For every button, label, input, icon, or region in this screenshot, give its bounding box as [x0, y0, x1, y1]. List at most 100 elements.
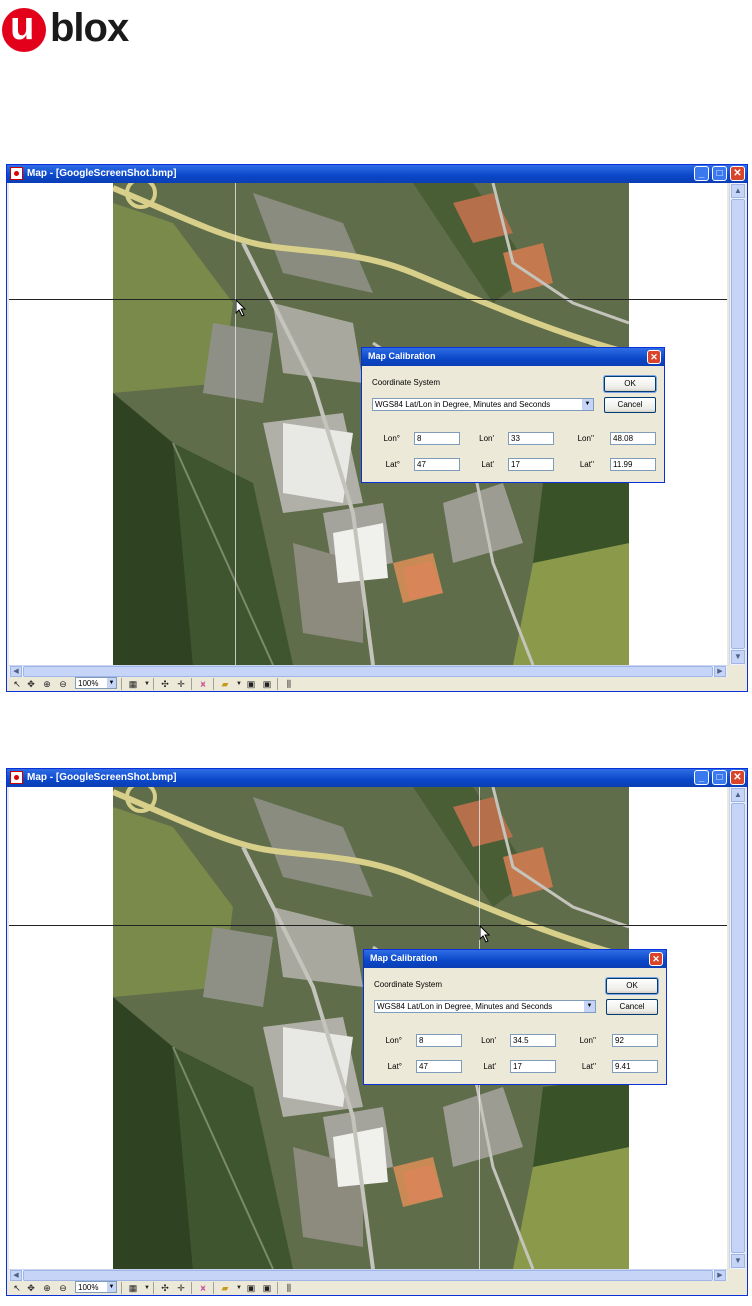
ok-button[interactable]: OK [603, 375, 657, 393]
maximize-button[interactable]: □ [712, 770, 727, 785]
cancel-button[interactable]: Cancel [604, 397, 656, 413]
lat-minute-input[interactable]: 17 [510, 1060, 556, 1073]
zoom-in-icon[interactable]: ⊕ [41, 678, 53, 690]
maximize-button[interactable]: □ [712, 166, 727, 181]
map-properties-icon[interactable]: ▦ [127, 1282, 139, 1294]
save-as-icon[interactable]: ▣ [261, 1282, 273, 1294]
scroll-left-icon[interactable]: ◀ [10, 666, 22, 677]
chevron-down-icon[interactable]: ▼ [233, 678, 245, 690]
window-title: Map - [GoogleScreenShot.bmp] [27, 772, 177, 783]
coordinate-system-value: WGS84 Lat/Lon in Degree, Minutes and Sec… [375, 400, 551, 409]
lon-degree-label: Lon° [385, 1036, 402, 1045]
dialog-close-button[interactable]: ✕ [647, 350, 661, 364]
vertical-scroll-thumb[interactable] [731, 199, 745, 649]
lat-second-input[interactable]: 9.41 [612, 1060, 658, 1073]
save-icon[interactable]: ▣ [245, 1282, 257, 1294]
settings-sliders-icon[interactable]: ⫼ [283, 1282, 295, 1294]
dialog-title: Map Calibration [368, 351, 436, 361]
open-folder-icon[interactable]: ▰ [219, 678, 231, 690]
lon-minute-input[interactable]: 34.5 [510, 1034, 556, 1047]
pan-icon[interactable]: ✥ [25, 678, 37, 690]
lon-degree-input[interactable]: 8 [414, 432, 460, 445]
lon-minute-input[interactable]: 33 [508, 432, 554, 445]
dialog-titlebar[interactable]: Map Calibration ✕ [364, 950, 666, 968]
coordinate-system-select[interactable]: WGS84 Lat/Lon in Degree, Minutes and Sec… [372, 398, 594, 411]
horizontal-scrollbar[interactable]: ◀ ▶ [9, 665, 727, 677]
app-icon[interactable] [10, 167, 23, 180]
dialog-titlebar[interactable]: Map Calibration ✕ [362, 348, 664, 366]
save-as-icon[interactable]: ▣ [261, 678, 273, 690]
measure-icon[interactable]: ⩙ [197, 678, 209, 690]
zoom-out-icon[interactable]: ⊖ [57, 678, 69, 690]
open-folder-icon[interactable]: ▰ [219, 1282, 231, 1294]
window-titlebar[interactable]: Map - [GoogleScreenShot.bmp] _ □ ✕ [7, 769, 747, 787]
vertical-scrollbar[interactable]: ▲ ▼ [729, 787, 745, 1269]
zoom-select[interactable]: 100% ▼ [75, 1281, 117, 1293]
scroll-up-icon[interactable]: ▲ [731, 184, 745, 198]
zoom-out-icon[interactable]: ⊖ [57, 1282, 69, 1294]
lat-degree-input[interactable]: 47 [414, 458, 460, 471]
select-pointer-icon[interactable]: ↖ [11, 678, 23, 690]
chevron-down-icon[interactable]: ▼ [233, 1282, 245, 1294]
scroll-right-icon[interactable]: ▶ [714, 666, 726, 677]
map-properties-icon[interactable]: ▦ [127, 678, 139, 690]
map-viewport[interactable]: Map Calibration ✕ Coordinate System WGS8… [9, 183, 727, 665]
scroll-up-icon[interactable]: ▲ [731, 788, 745, 802]
scroll-left-icon[interactable]: ◀ [10, 1270, 22, 1281]
center-icon[interactable]: ✛ [175, 678, 187, 690]
close-button[interactable]: ✕ [730, 166, 745, 181]
ok-button[interactable]: OK [605, 977, 659, 995]
move-map-icon[interactable]: ✣ [159, 678, 171, 690]
map-window: Map - [GoogleScreenShot.bmp] _ □ ✕ Map C… [6, 768, 748, 1296]
toolbar-separator [277, 1282, 278, 1294]
move-map-icon[interactable]: ✣ [159, 1282, 171, 1294]
lat-minute-input[interactable]: 17 [508, 458, 554, 471]
window-title: Map - [GoogleScreenShot.bmp] [27, 168, 177, 179]
lon-degree-input[interactable]: 8 [416, 1034, 462, 1047]
coordinate-system-label: Coordinate System [374, 980, 443, 989]
scroll-down-icon[interactable]: ▼ [731, 1254, 745, 1268]
chevron-down-icon[interactable]: ▼ [107, 678, 116, 688]
horizontal-scrollbar[interactable]: ◀ ▶ [9, 1269, 727, 1281]
lat-degree-input[interactable]: 47 [416, 1060, 462, 1073]
coordinate-system-select[interactable]: WGS84 Lat/Lon in Degree, Minutes and Sec… [374, 1000, 596, 1013]
scroll-down-icon[interactable]: ▼ [731, 650, 745, 664]
zoom-value: 100% [78, 679, 99, 688]
horizontal-scroll-thumb[interactable] [23, 666, 713, 677]
cancel-button[interactable]: Cancel [606, 999, 658, 1015]
close-button[interactable]: ✕ [730, 770, 745, 785]
app-icon[interactable] [10, 771, 23, 784]
chevron-down-icon[interactable]: ▼ [584, 1001, 595, 1012]
chevron-down-icon[interactable]: ▼ [582, 399, 593, 410]
minimize-button[interactable]: _ [694, 770, 709, 785]
toolbar-separator [153, 678, 154, 690]
toolbar-separator [277, 678, 278, 690]
settings-sliders-icon[interactable]: ⫼ [283, 678, 295, 690]
vertical-scrollbar[interactable]: ▲ ▼ [729, 183, 745, 665]
center-icon[interactable]: ✛ [175, 1282, 187, 1294]
map-viewport[interactable]: Map Calibration ✕ Coordinate System WGS8… [9, 787, 727, 1269]
chevron-down-icon[interactable]: ▼ [141, 1282, 153, 1294]
horizontal-scroll-thumb[interactable] [23, 1270, 713, 1281]
dialog-close-button[interactable]: ✕ [649, 952, 663, 966]
map-toolbar: ↖ ✥ ⊕ ⊖ 100% ▼ ▦ ▼ ✣ ✛ ⩙ ▰ ▼ ▣ ▣ ⫼ [9, 1281, 745, 1295]
zoom-in-icon[interactable]: ⊕ [41, 1282, 53, 1294]
vertical-scroll-thumb[interactable] [731, 803, 745, 1253]
lat-second-input[interactable]: 11.99 [610, 458, 656, 471]
lon-second-input[interactable]: 92 [612, 1034, 658, 1047]
select-pointer-icon[interactable]: ↖ [11, 1282, 23, 1294]
chevron-down-icon[interactable]: ▼ [141, 678, 153, 690]
toolbar-separator [213, 678, 214, 690]
calibration-crosshair-vertical [235, 183, 236, 665]
ublox-logo: u blox [0, 0, 160, 60]
minimize-button[interactable]: _ [694, 166, 709, 181]
pan-icon[interactable]: ✥ [25, 1282, 37, 1294]
zoom-select[interactable]: 100% ▼ [75, 677, 117, 689]
lon-second-input[interactable]: 48.08 [610, 432, 656, 445]
measure-icon[interactable]: ⩙ [197, 1282, 209, 1294]
lat-second-label: Lat'' [581, 1062, 596, 1071]
scroll-right-icon[interactable]: ▶ [714, 1270, 726, 1281]
chevron-down-icon[interactable]: ▼ [107, 1282, 116, 1292]
save-icon[interactable]: ▣ [245, 678, 257, 690]
window-titlebar[interactable]: Map - [GoogleScreenShot.bmp] _ □ ✕ [7, 165, 747, 183]
